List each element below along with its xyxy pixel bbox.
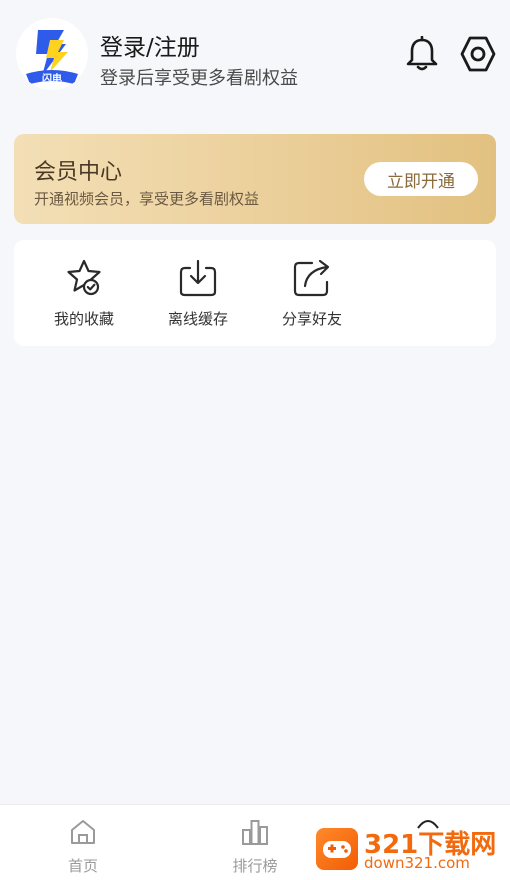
watermark-url: down321.com [364,854,470,872]
login-register-title[interactable]: 登录/注册 [100,28,200,62]
app-logo[interactable]: 闪电 [16,18,88,90]
star-check-icon [67,259,101,296]
shortcut-label: 我的收藏 [53,310,114,328]
settings-button[interactable] [458,34,498,74]
share-friends-shortcut[interactable]: 分享好友 [262,240,362,346]
profile-header: 闪电 登录/注册 登录后享受更多看剧权益 [0,0,510,120]
open-vip-button[interactable]: 立即开通 [364,162,478,196]
logo-text: 闪电 [42,72,62,85]
tab-home[interactable]: 首页 [23,805,143,880]
bell-icon [406,36,438,71]
tab-ranking[interactable]: 排行榜 [195,805,315,880]
login-hint-subtitle: 登录后享受更多看剧权益 [100,68,298,89]
gear-icon [460,36,496,72]
lightning-logo-icon: 闪电 [26,30,78,85]
offline-cache-shortcut[interactable]: 离线缓存 [148,240,248,346]
vip-title: 会员中心 [34,160,123,185]
shortcut-panel: 我的收藏 离线缓存 分享好友 [14,240,496,346]
tab-label: 排行榜 [232,857,278,875]
shortcut-label: 分享好友 [281,310,342,328]
shortcut-label: 离线缓存 [167,310,228,328]
gamepad-icon [316,828,358,870]
vip-center-card[interactable]: 会员中心 开通视频会员，享受更多看剧权益 立即开通 [14,134,496,224]
notification-bell-button[interactable] [402,34,442,74]
download-icon [179,259,217,297]
vip-subtitle: 开通视频会员，享受更多看剧权益 [34,190,260,208]
watermark: 321下载网 down321.com [316,826,504,874]
ranking-icon [242,820,268,845]
favorites-shortcut[interactable]: 我的收藏 [34,240,134,346]
share-icon [293,259,330,297]
home-icon [71,820,95,844]
tab-label: 首页 [67,857,98,875]
